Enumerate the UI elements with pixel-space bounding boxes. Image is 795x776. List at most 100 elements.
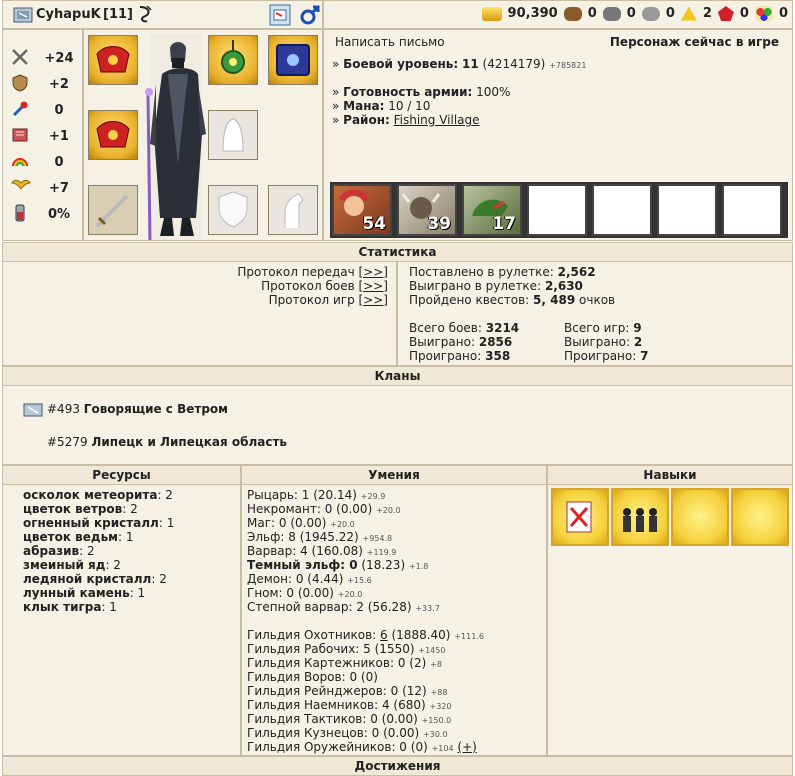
- mount-slot[interactable]: [268, 185, 318, 235]
- resource-count: : 1: [158, 516, 175, 530]
- army-empty-slot-7[interactable]: [722, 184, 782, 236]
- hero-figure: [142, 34, 212, 245]
- guild-row: Гильдия Картежников: 0 (2) +8: [247, 656, 442, 670]
- protocol-battles-label: Протокол боев: [261, 279, 355, 293]
- combat-level-label: Боевой уровень:: [343, 57, 459, 71]
- stat-knowledge: +1: [11, 126, 83, 146]
- guild-bonus: +1450: [418, 646, 446, 655]
- resource-item: цветок ветров: 2: [23, 502, 138, 516]
- army-unit-2[interactable]: 39: [397, 184, 457, 236]
- protocol-transfers-link[interactable]: [>>]: [359, 265, 388, 279]
- guild-row: Гильдия Рейнджеров: 0 (12) +88: [247, 684, 447, 698]
- stat-defense: +2: [11, 73, 83, 95]
- gems-value: 0: [778, 6, 788, 21]
- faction-skill-bonus: +20.0: [337, 590, 363, 599]
- crystal-value: 0: [739, 6, 749, 21]
- amulet-slot[interactable]: [208, 35, 258, 85]
- protocol-games-link[interactable]: [>>]: [359, 293, 388, 307]
- army-label: Готовность армии:: [343, 85, 473, 99]
- resources-list: 90,390 0 0 0 2 0 0: [481, 6, 788, 21]
- guild-row: Гильдия Рабочих: 5 (1550) +1450: [247, 642, 445, 656]
- army-unit-1[interactable]: 54: [332, 184, 392, 236]
- faction-skill-bonus: +119.9: [366, 548, 397, 557]
- faction-skill-row: Степной варвар: 2 (56.28) +33.7: [247, 600, 440, 614]
- district-label: Район:: [343, 113, 390, 127]
- skills-header: Умения: [241, 465, 547, 485]
- achievements-header: Достижения: [2, 756, 793, 776]
- male-gender-icon: [299, 4, 321, 26]
- battles-won-value: 2856: [478, 335, 513, 349]
- defense-icon: [11, 73, 29, 95]
- guild-text: (1888.40): [387, 628, 451, 642]
- initiative-value: 0%: [47, 206, 71, 222]
- resource-count: : 1: [129, 586, 146, 600]
- helmet-slot[interactable]: [88, 35, 138, 85]
- clan-item-1[interactable]: #493 Говорящие с Ветром: [47, 402, 228, 416]
- games-total-value: 9: [633, 321, 642, 335]
- faction-skill-row: Некромант: 0 (0.00) +20.0: [247, 502, 401, 516]
- resources-header: Ресурсы: [2, 465, 241, 485]
- army-row: 54 39 17: [330, 182, 788, 238]
- shield-slot[interactable]: [208, 185, 258, 235]
- clan-flag-icon[interactable]: [13, 7, 33, 23]
- guild-level-link[interactable]: 6: [380, 628, 388, 642]
- faction-skill-text: Эльф: 8 (1945.22): [247, 530, 359, 544]
- weapon-slot[interactable]: [88, 185, 138, 235]
- talent-slot-scroll[interactable]: [551, 488, 609, 546]
- mana-line: » Мана: 10 / 10: [332, 99, 431, 113]
- top-bar: CyhapuK [11]: [2, 0, 323, 29]
- quests-done: Пройдено квестов: 5, 489 очков: [409, 293, 615, 307]
- mail-icon[interactable]: [269, 4, 291, 26]
- roulette-placed-label: Поставлено в рулетке:: [409, 265, 554, 279]
- resource-item: змеиный яд: 2: [23, 558, 121, 572]
- guild-text: Гильдия Кузнецов: 0 (0.00): [247, 726, 420, 740]
- talent-slot-empty-4[interactable]: [731, 488, 789, 546]
- resource-item: лунный камень: 1: [23, 586, 145, 600]
- army-unit-3-count: 17: [492, 214, 516, 234]
- faction-skill-text-bold: Темный эльф: 0: [247, 558, 358, 572]
- faction-skill-row-active: Темный эльф: 0 (18.23) +1.8: [247, 558, 428, 572]
- protocol-games: Протокол игр [>>]: [269, 293, 388, 307]
- guild-expand-link[interactable]: (+): [457, 740, 476, 754]
- faction-skill-text: Демон: 0 (4.44): [247, 572, 344, 586]
- district-line: » Район: Fishing Village: [332, 113, 480, 127]
- stat-attack: +24: [11, 48, 83, 68]
- mercury-value: 0: [665, 6, 675, 21]
- army-empty-slot-5[interactable]: [592, 184, 652, 236]
- talent-slot-empty-3[interactable]: [671, 488, 729, 546]
- quests-points-suffix: очков: [579, 293, 616, 307]
- faction-skill-bonus: +20.0: [376, 506, 401, 515]
- resource-count: : 2: [105, 558, 121, 572]
- clans-header: Кланы: [2, 366, 793, 386]
- stats-panel: +24 +2 0 +1 0 +7 0%: [2, 29, 83, 241]
- faction-skill-text: Маг: 0 (0.00): [247, 516, 327, 530]
- mercury-icon: [641, 6, 660, 21]
- clan-item-2[interactable]: #5279 Липецк и Липецкая область: [47, 435, 287, 449]
- wood-icon: [563, 6, 582, 21]
- faction-skill-row: Демон: 0 (4.44) +15.6: [247, 572, 372, 586]
- faction-skill-text: (18.23): [357, 558, 406, 572]
- spellbook-slot[interactable]: [268, 35, 318, 85]
- statistics-header: Статистика: [2, 242, 793, 262]
- resources-bar: 90,390 0 0 0 2 0 0: [323, 0, 793, 29]
- games-lost-value: 7: [640, 349, 649, 363]
- district-link[interactable]: Fishing Village: [394, 113, 480, 127]
- resource-item: клык тигра: 1: [23, 600, 117, 614]
- armor-slot[interactable]: [88, 110, 138, 160]
- write-letter-link[interactable]: Написать письмо: [335, 35, 445, 49]
- knowledge-icon: [11, 126, 29, 147]
- faction-skill-text: Некромант: 0 (0.00): [247, 502, 373, 516]
- resource-item: абразив: 2: [23, 544, 95, 558]
- faction-skill-bonus: +33.7: [415, 604, 440, 613]
- protocol-battles-link[interactable]: [>>]: [359, 279, 388, 293]
- gold-value: 90,390: [507, 6, 558, 21]
- cloak-slot[interactable]: [208, 110, 258, 160]
- army-unit-3[interactable]: 17: [462, 184, 522, 236]
- talent-slot-soldiers[interactable]: [611, 488, 669, 546]
- army-empty-slot-6[interactable]: [657, 184, 717, 236]
- guild-row: Гильдия Кузнецов: 0 (0.00) +30.0: [247, 726, 448, 740]
- resource-count: : 1: [101, 600, 117, 614]
- mana-value: 10 / 10: [388, 99, 431, 113]
- army-empty-slot-4[interactable]: [527, 184, 587, 236]
- guild-text: Гильдия Рабочих: 5 (1550): [247, 642, 415, 656]
